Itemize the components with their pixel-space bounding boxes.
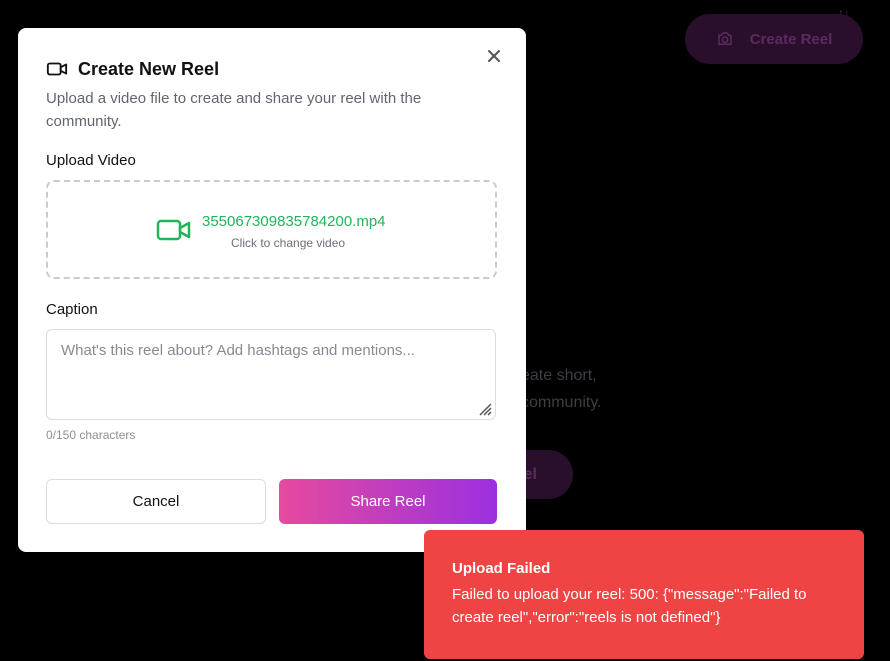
page: ↑↓ Create Reel eate short, community. el … — [0, 0, 890, 661]
video-dropzone[interactable]: 3550673098357842​00.mp4 Click to change … — [46, 180, 497, 279]
share-reel-button[interactable]: Share Reel — [279, 479, 497, 524]
camera-icon — [717, 32, 732, 45]
background-empty-text: eate short, community. — [521, 367, 602, 411]
toast-message: Failed to upload your reel: 500: {"messa… — [452, 586, 807, 626]
selected-file-name: 3550673098357842​00.mp4 — [202, 213, 386, 230]
background-create-reel-label: Create Reel — [749, 30, 833, 48]
modal-title: Create New Reel — [78, 58, 220, 79]
caption-char-count: 0/150 characters — [46, 428, 136, 442]
close-button[interactable] — [484, 46, 504, 66]
modal-header: Create New Reel — [46, 58, 219, 80]
close-icon — [488, 50, 500, 62]
background-create-reel-button[interactable]: Create Reel — [685, 14, 863, 64]
caption-label: Caption — [46, 301, 98, 318]
caption-input[interactable] — [46, 329, 496, 420]
upload-video-label: Upload Video — [46, 152, 136, 169]
video-file-icon — [156, 219, 191, 241]
change-video-hint: Click to change video — [231, 236, 346, 250]
video-camera-icon — [46, 62, 68, 76]
modal-description: Upload a video file to create and share … — [46, 90, 422, 130]
cancel-button[interactable]: Cancel — [46, 479, 266, 524]
create-reel-modal: Create New Reel Upload a video file to c… — [18, 28, 526, 552]
error-toast[interactable]: Upload Failed Failed to upload your reel… — [424, 530, 864, 659]
resize-handle-icon[interactable] — [478, 402, 492, 416]
toast-title: Upload Failed — [452, 560, 551, 577]
